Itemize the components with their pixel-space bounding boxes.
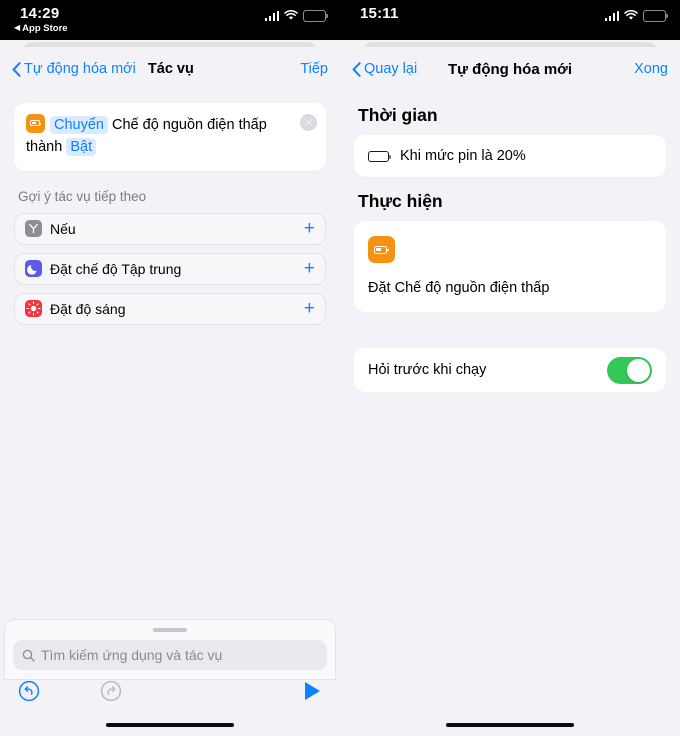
suggestion-row-brightness[interactable]: Đặt độ sáng + bbox=[14, 292, 326, 325]
back-button-label: Tự động hóa mới bbox=[24, 61, 136, 77]
nav-bar-right: Quay lại Tự động hóa mới Xong bbox=[340, 47, 680, 91]
status-left-group: 14:29 ◀ App Store bbox=[14, 6, 68, 34]
search-icon bbox=[22, 649, 35, 662]
suggestion-label: Đặt chế độ Tập trung bbox=[50, 260, 182, 277]
action-section-title: Thực hiện bbox=[358, 191, 443, 211]
low-power-mode-icon bbox=[26, 114, 45, 133]
action-card-text: Chuyển Chế độ nguồn điện thấp thành Bật bbox=[26, 114, 314, 159]
phone-right: 15:11 Quay lại Tự động hóa mới Xong Thời… bbox=[340, 0, 680, 736]
battery-icon bbox=[643, 10, 668, 22]
action-summary-card[interactable]: Đặt Chế độ nguồn điện thấp bbox=[354, 221, 666, 312]
home-indicator bbox=[106, 722, 234, 727]
plus-icon[interactable]: + bbox=[304, 299, 315, 318]
close-circle-icon[interactable] bbox=[300, 114, 317, 131]
next-button[interactable]: Tiếp bbox=[300, 61, 328, 77]
chevron-left-icon bbox=[12, 61, 21, 77]
cellular-signal-icon bbox=[604, 10, 619, 21]
suggestion-row-if[interactable]: Nếu + bbox=[14, 212, 326, 245]
ask-before-running-label: Hỏi trước khi chạy bbox=[368, 362, 487, 378]
ask-before-running-row[interactable]: Hỏi trước khi chạy bbox=[354, 348, 666, 392]
trigger-row: Khi mức pin là 20% bbox=[354, 135, 666, 177]
battery-level-icon bbox=[368, 150, 391, 162]
toggle-knob bbox=[627, 358, 650, 382]
undo-icon[interactable] bbox=[18, 680, 40, 707]
suggestion-label: Đặt độ sáng bbox=[50, 300, 126, 317]
back-to-app-indicator[interactable]: ◀ App Store bbox=[14, 24, 68, 34]
editor-toolbar bbox=[0, 678, 340, 708]
search-panel: Tìm kiếm ứng dụng và tác vụ bbox=[4, 619, 336, 680]
automation-sheet-right: Quay lại Tự động hóa mới Xong Thời gian … bbox=[340, 47, 680, 736]
low-power-mode-icon bbox=[368, 236, 395, 263]
play-icon[interactable] bbox=[302, 680, 322, 707]
back-button-label: Quay lại bbox=[364, 61, 418, 77]
status-time: 15:11 bbox=[360, 5, 399, 22]
if-branch-icon bbox=[25, 220, 42, 238]
trigger-text: Khi mức pin là 20% bbox=[400, 148, 526, 164]
page-title: Tác vụ bbox=[147, 61, 194, 77]
back-button[interactable]: Tự động hóa mới bbox=[12, 61, 136, 77]
battery-icon bbox=[303, 10, 328, 22]
status-right-group bbox=[604, 6, 668, 22]
shortcuts-sheet-left: Tự động hóa mới Tác vụ Tiếp Chuyển Chế đ… bbox=[0, 47, 340, 736]
status-left-group: 15:11 bbox=[354, 6, 399, 21]
plus-icon[interactable]: + bbox=[304, 219, 315, 238]
content-right: Thời gian Khi mức pin là 20% Thực hiện Đ… bbox=[340, 105, 680, 392]
nav-bar-left: Tự động hóa mới Tác vụ Tiếp bbox=[0, 47, 340, 91]
trigger-card[interactable]: Khi mức pin là 20% bbox=[354, 135, 666, 177]
suggestion-label: Nếu bbox=[50, 220, 76, 237]
dual-phone-screenshot: 14:29 ◀ App Store Tự động hóa mới Tác vụ… bbox=[0, 0, 680, 736]
ask-before-running-toggle[interactable] bbox=[607, 356, 652, 384]
back-app-label: App Store bbox=[22, 23, 68, 34]
redo-icon[interactable] bbox=[100, 680, 122, 707]
search-input[interactable]: Tìm kiếm ứng dụng và tác vụ bbox=[13, 640, 327, 670]
action-summary-label: Đặt Chế độ nguồn điện thấp bbox=[368, 280, 550, 296]
plus-icon[interactable]: + bbox=[304, 259, 315, 278]
status-time: 14:29 bbox=[20, 5, 60, 22]
content-left: Chuyển Chế độ nguồn điện thấp thành Bật … bbox=[0, 103, 340, 325]
home-indicator bbox=[446, 722, 574, 727]
back-triangle-icon: ◀ bbox=[14, 23, 21, 33]
action-card[interactable]: Chuyển Chế độ nguồn điện thấp thành Bật bbox=[14, 103, 326, 171]
suggestion-row-focus[interactable]: Đặt chế độ Tập trung + bbox=[14, 252, 326, 285]
status-bar-right: 15:11 bbox=[340, 0, 680, 40]
brightness-sun-icon bbox=[25, 300, 42, 318]
phone-left: 14:29 ◀ App Store Tự động hóa mới Tác vụ… bbox=[0, 0, 340, 736]
moon-focus-icon bbox=[25, 260, 42, 278]
wifi-icon bbox=[624, 10, 638, 21]
done-button[interactable]: Xong bbox=[634, 61, 668, 77]
action-token-state[interactable]: Bật bbox=[66, 138, 97, 157]
status-right-group bbox=[264, 6, 328, 22]
search-placeholder: Tìm kiếm ứng dụng và tác vụ bbox=[41, 647, 223, 663]
time-section-title: Thời gian bbox=[358, 105, 438, 125]
back-button[interactable]: Quay lại bbox=[352, 61, 417, 77]
chevron-left-icon bbox=[352, 61, 361, 77]
suggestions-section-label: Gợi ý tác vụ tiếp theo bbox=[18, 188, 147, 204]
status-bar-left: 14:29 ◀ App Store bbox=[0, 0, 340, 40]
cellular-signal-icon bbox=[264, 10, 279, 21]
drag-grabber[interactable] bbox=[153, 628, 187, 632]
action-token-verb[interactable]: Chuyển bbox=[50, 116, 108, 134]
wifi-icon bbox=[284, 10, 298, 21]
